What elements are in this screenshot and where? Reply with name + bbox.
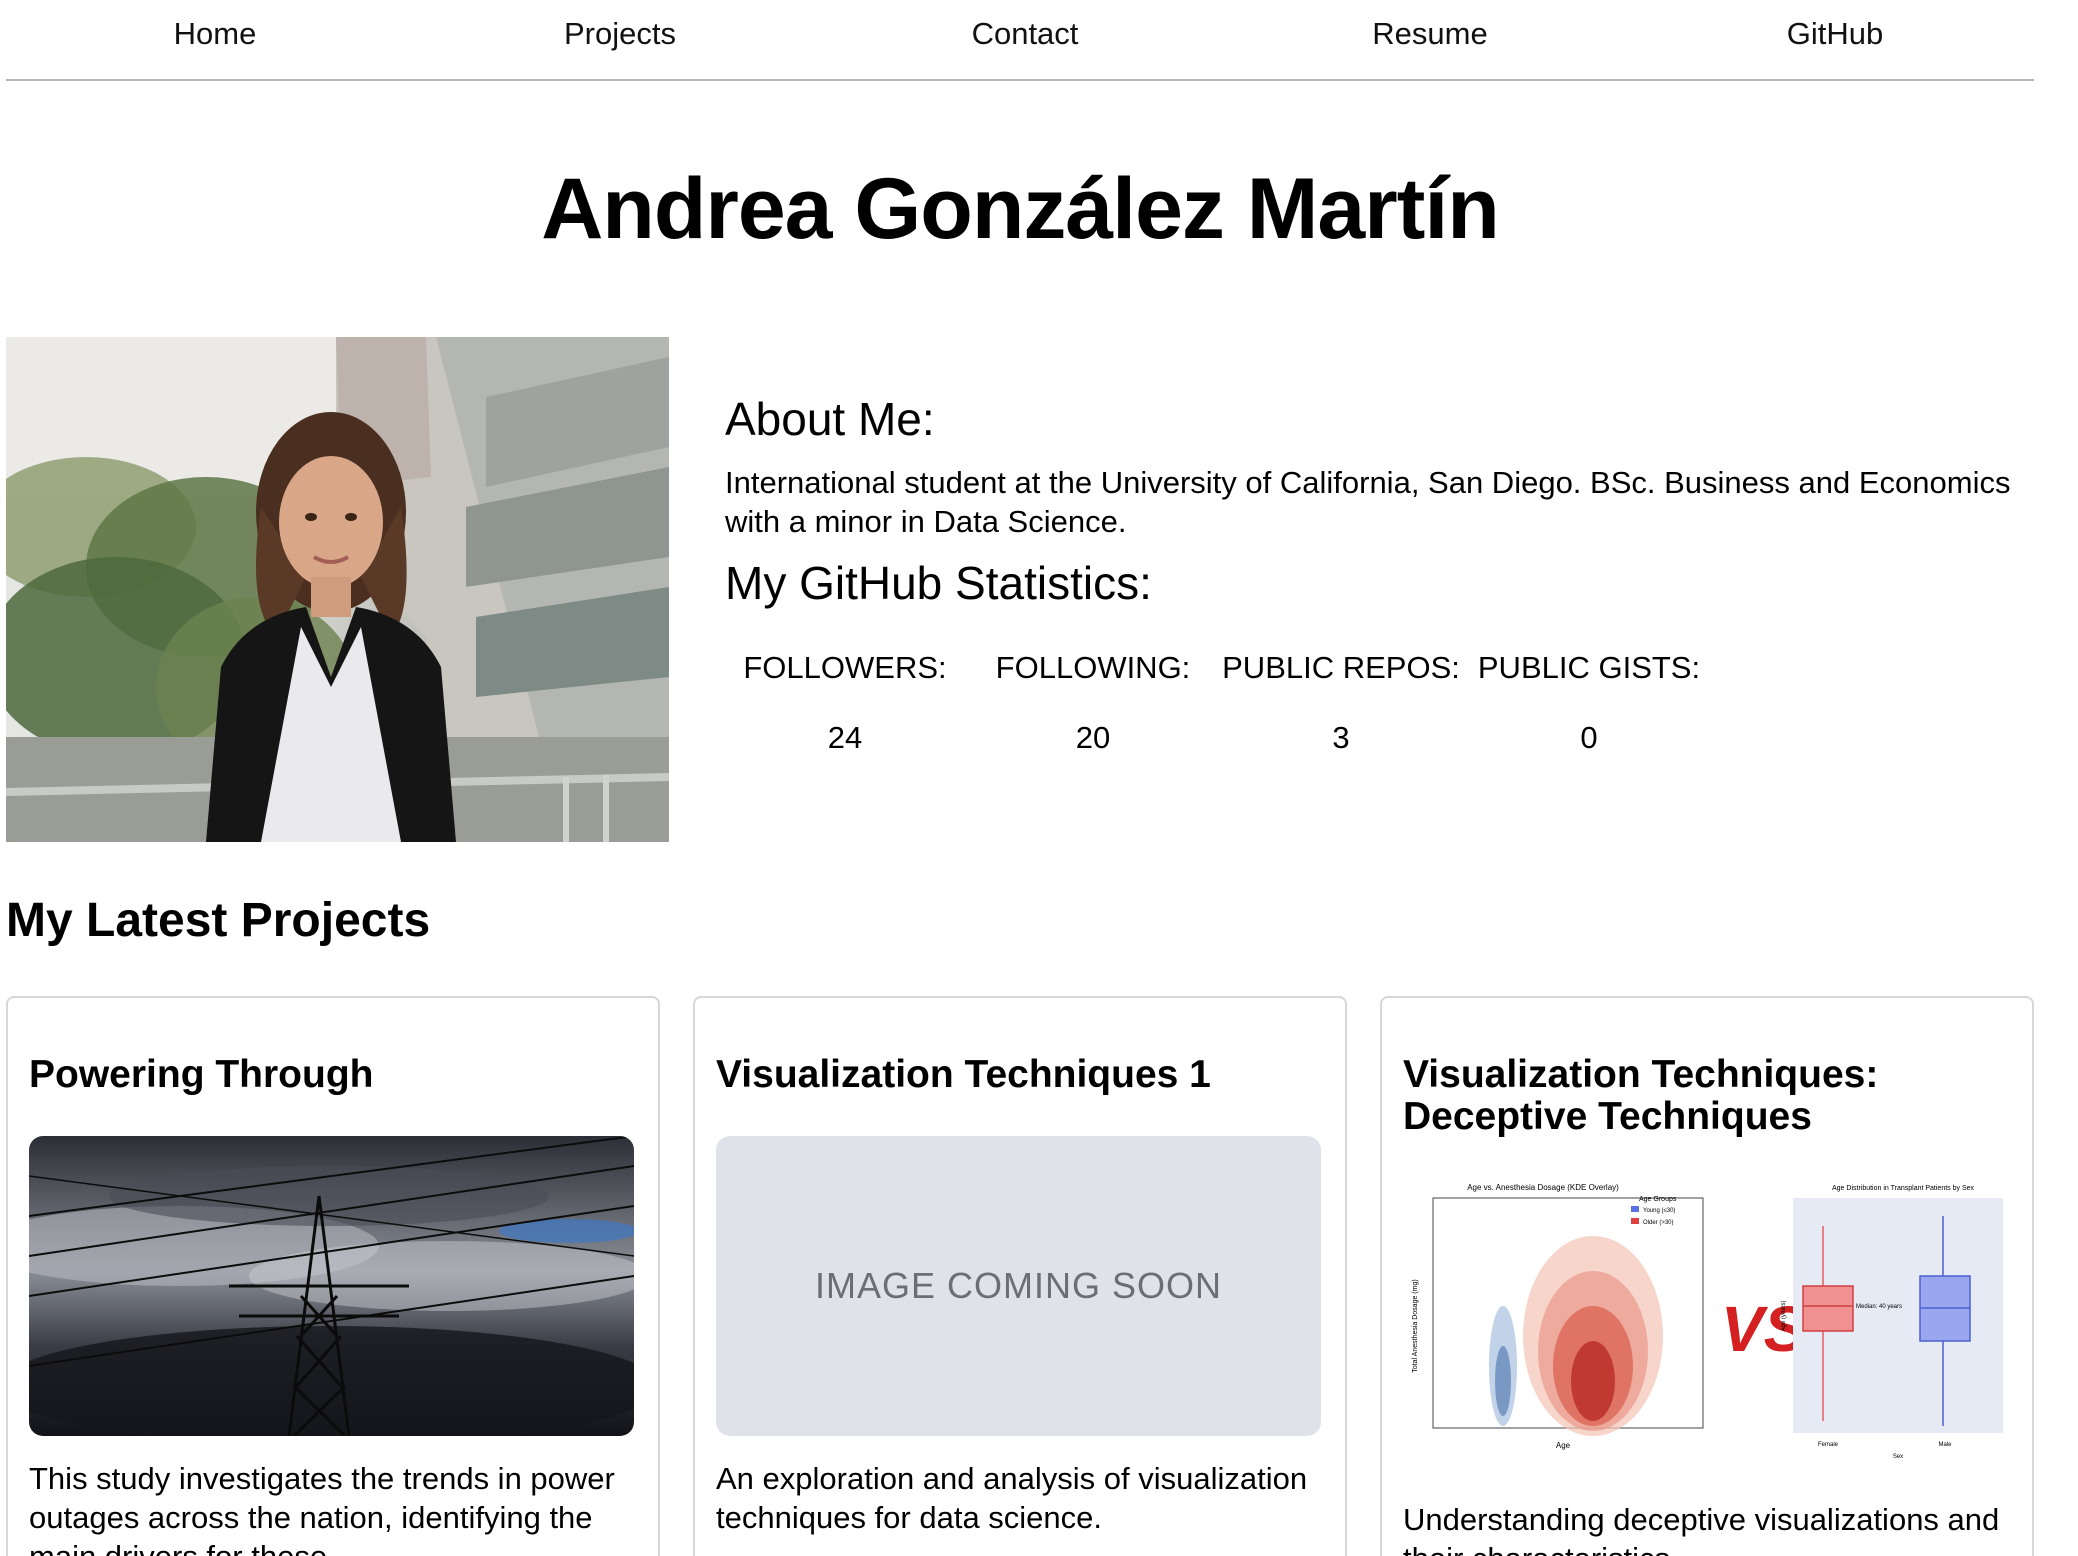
kde-title: Age vs. Anesthesia Dosage (KDE Overlay) [1467,1183,1619,1192]
stat-value: 3 [1332,720,1350,755]
legend-young: Young (≤30) [1643,1208,1675,1214]
median-label: Median: 40 years [1856,1304,1902,1310]
top-nav: Home Projects Contact Resume GitHub [6,0,2034,81]
stat-value: 0 [1580,720,1598,755]
kde-ylabel: Total Anesthesia Dosage (mg) [1412,1279,1419,1372]
nav-projects[interactable]: Projects [470,16,770,52]
page-title: Andrea González Martín [541,161,1500,257]
card-title: Visualization Techniques 1 [716,1053,1211,1096]
profile-photo [6,337,669,842]
nav-contact[interactable]: Contact [875,16,1175,52]
projects-heading: My Latest Projects [6,894,431,947]
github-stats-heading: My GitHub Statistics: [725,557,1152,609]
boxplot-xlabel: Sex [1893,1454,1903,1460]
project-card-visualization-1[interactable]: Visualization Techniques 1 IMAGE COMING … [693,996,1347,1556]
stat-followers: FOLLOWERS: 24 [725,650,965,756]
kde-vs-boxplot-image: Age vs. Anesthesia Dosage (KDE Overlay) … [1403,1176,2008,1466]
card-description: An exploration and analysis of visualiza… [716,1461,1308,1535]
nav-resume[interactable]: Resume [1280,16,1580,52]
boxplot-title: Age Distribution in Transplant Patients … [1832,1185,1975,1192]
card-title: Visualization Techniques: Deceptive Tech… [1403,1053,1879,1138]
card-description: This study investigates the trends in po… [29,1461,615,1556]
legend-title: Age Groups [1639,1196,1677,1203]
stat-public-repos: PUBLIC REPOS: 3 [1221,650,1461,756]
cat-male: Male [1938,1442,1952,1448]
image-placeholder: IMAGE COMING SOON [716,1136,1321,1436]
cat-female: Female [1818,1442,1839,1448]
about-heading: About Me: [725,393,935,445]
card-title: Powering Through [29,1053,374,1096]
nav-home[interactable]: Home [65,16,365,52]
project-card-powering-through[interactable]: Powering Through This study investigates… [6,996,660,1556]
stat-following: FOLLOWING: 20 [973,650,1213,756]
stat-value: 20 [1075,720,1111,755]
card-description: Understanding deceptive visualizations a… [1403,1502,2000,1556]
power-lines-image [29,1136,634,1436]
boxplot-ylabel: Age (years) [1781,1300,1787,1331]
legend-older: Older (>30) [1643,1220,1674,1226]
project-card-deceptive-techniques[interactable]: Visualization Techniques: Deceptive Tech… [1380,996,2034,1556]
about-text: International student at the University … [725,465,2011,539]
stat-value: 24 [827,720,863,755]
stat-public-gists: PUBLIC GISTS: 0 [1469,650,1709,756]
kde-xlabel: Age [1556,1441,1571,1450]
stat-label: PUBLIC GISTS: [1477,650,1701,685]
stat-label: PUBLIC REPOS: [1222,650,1460,685]
stat-label: FOLLOWERS: [743,650,947,685]
stat-label: FOLLOWING: [995,650,1191,685]
nav-github[interactable]: GitHub [1685,16,1985,52]
